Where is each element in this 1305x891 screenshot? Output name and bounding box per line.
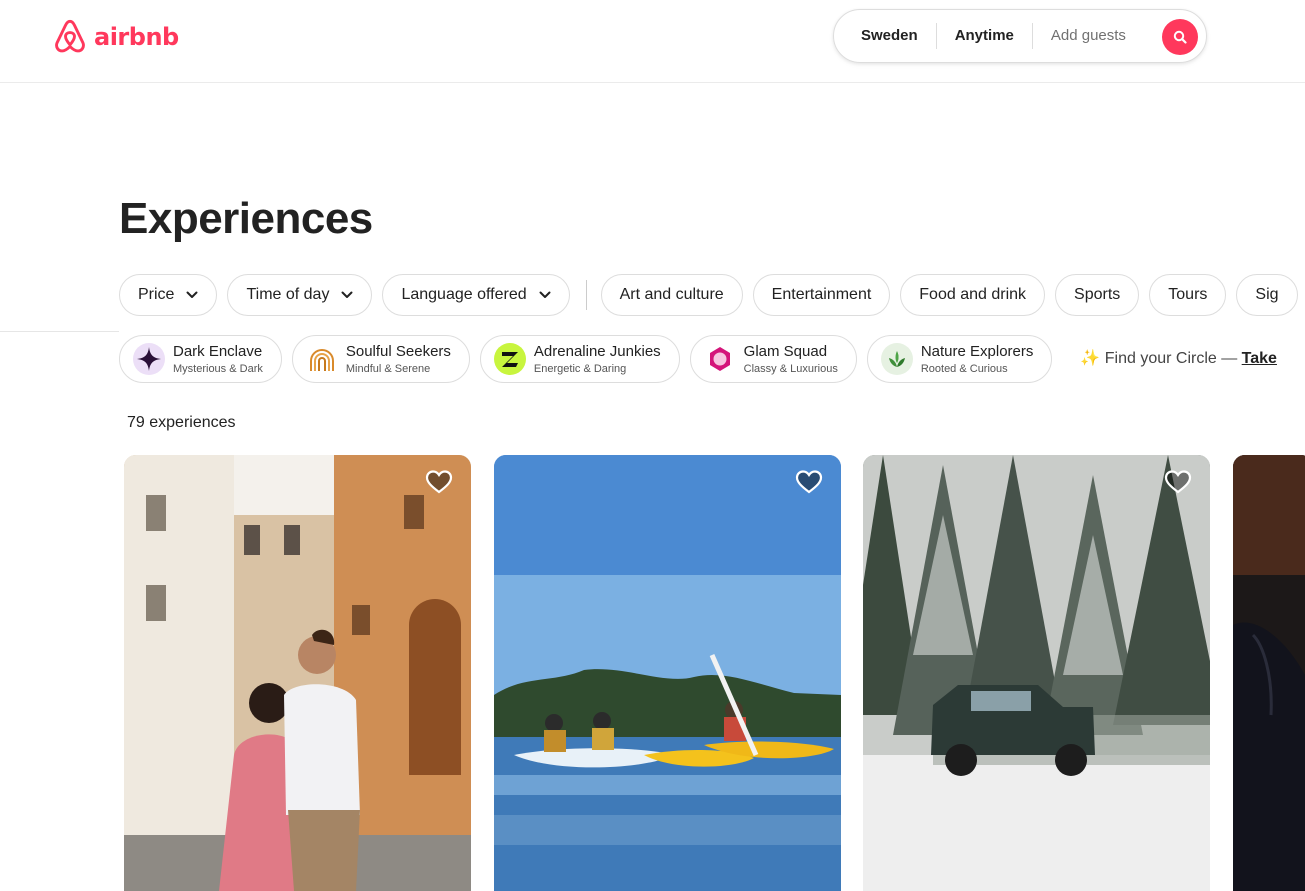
category-art-and-culture[interactable]: Art and culture (600, 274, 743, 316)
circle-name: Glam Squad (743, 342, 828, 360)
rainbow-icon (306, 343, 338, 375)
chevron-down-icon (341, 291, 353, 298)
results-count: 79 experiences (127, 414, 236, 431)
circle-dark-enclave[interactable]: Dark Enclave Mysterious & Dark (119, 335, 282, 383)
airbnb-logo-icon (55, 19, 85, 53)
heart-icon[interactable] (795, 469, 823, 495)
experience-card[interactable] (494, 455, 841, 891)
circle-subtitle: Mindful & Serene (345, 362, 431, 375)
circle-adrenaline-junkies[interactable]: Adrenaline Junkies Energetic & Daring (479, 335, 680, 383)
gem-icon (704, 343, 736, 375)
heart-icon[interactable] (1164, 469, 1192, 495)
category-tours[interactable]: Tours (1149, 274, 1227, 316)
card-image (863, 455, 1210, 891)
divider (0, 331, 119, 332)
z-bolt-icon (493, 343, 526, 375)
search-dates[interactable]: Anytime (937, 23, 1032, 49)
experience-card[interactable] (124, 455, 471, 891)
circle-soulful-seekers[interactable]: Soulful Seekers Mindful & Serene (291, 335, 470, 383)
page-title: Experiences (119, 194, 373, 243)
category-sports[interactable]: Sports (1055, 274, 1140, 316)
heart-icon[interactable] (425, 469, 453, 495)
leaf-icon (880, 343, 913, 375)
circle-name: Adrenaline Junkies (533, 342, 661, 360)
filter-label: Time of day (246, 286, 330, 303)
find-your-circle: ✨ Find your Circle — Take (1080, 335, 1277, 383)
category-entertainment[interactable]: Entertainment (752, 274, 891, 316)
circle-subtitle: Mysterious & Dark (173, 362, 263, 375)
circle-name: Soulful Seekers (345, 342, 451, 360)
filter-separator (585, 280, 587, 310)
card-image (494, 455, 841, 891)
category-sightseeing[interactable]: Sig (1236, 274, 1298, 316)
experience-card[interactable] (863, 455, 1210, 891)
search-bar[interactable]: Sweden Anytime Add guests (833, 9, 1207, 63)
price-filter[interactable]: Price (119, 274, 218, 316)
circle-subtitle: Classy & Luxurious (743, 362, 838, 375)
search-location[interactable]: Sweden (834, 23, 936, 49)
top-header: airbnb Sweden Anytime Add guests (0, 0, 1305, 83)
take-quiz-link[interactable]: Take (1242, 350, 1277, 367)
circles-bar: Dark Enclave Mysterious & Dark Soulful S… (119, 335, 1305, 385)
search-icon (1173, 30, 1187, 44)
circle-nature-explorers[interactable]: Nature Explorers Rooted & Curious (866, 335, 1053, 383)
chevron-down-icon (186, 291, 198, 298)
circle-glam-squad[interactable]: Glam Squad Classy & Luxurious (689, 335, 857, 383)
filter-bar: Price Time of day Language offered Art a… (119, 274, 1305, 318)
circle-name: Dark Enclave (173, 342, 263, 360)
card-image (124, 455, 471, 891)
time-of-day-filter[interactable]: Time of day (227, 274, 373, 316)
airbnb-logo[interactable]: airbnb (52, 18, 179, 56)
search-button[interactable] (1162, 19, 1198, 55)
card-image (1233, 455, 1305, 891)
search-guests[interactable]: Add guests (1033, 23, 1144, 49)
filter-label: Language offered (401, 286, 527, 303)
language-filter[interactable]: Language offered (382, 274, 570, 316)
category-food-and-drink[interactable]: Food and drink (900, 274, 1046, 316)
circle-subtitle: Energetic & Daring (533, 362, 627, 375)
circle-subtitle: Rooted & Curious (920, 362, 1008, 375)
sparkle-icon (133, 343, 165, 375)
logo-wordmark: airbnb (94, 23, 179, 51)
find-circle-text: ✨ Find your Circle — (1080, 350, 1242, 367)
circle-name: Nature Explorers (920, 342, 1034, 360)
experience-card[interactable] (1233, 455, 1305, 891)
filter-label: Price (138, 286, 175, 303)
chevron-down-icon (539, 291, 551, 298)
